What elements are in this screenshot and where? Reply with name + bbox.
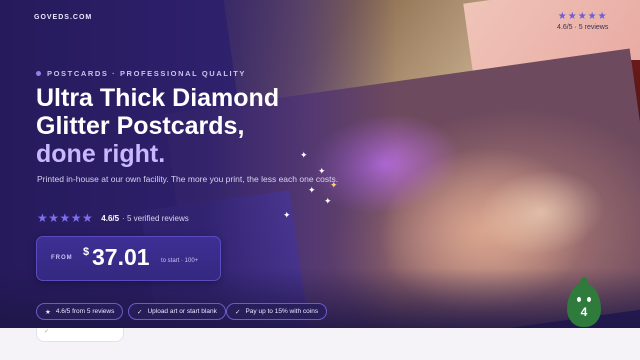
sparkle-icon: ✦ xyxy=(324,196,332,206)
page-title: Ultra Thick Diamond Glitter Postcards, d… xyxy=(36,84,336,168)
trust-pill-label: Pay up to 15% with coins xyxy=(245,308,319,315)
mascot-eye xyxy=(587,297,591,302)
sparkle-icon: ✦ xyxy=(283,210,291,220)
hero-section: ✦ ✦ ✦ ✦ ✦ ✦ GOVEDS.COM ★★★★★ 4.6/5 · 5 r… xyxy=(0,0,640,328)
header-rating: ★★★★★ 4.6/5 · 5 reviews xyxy=(557,11,608,31)
hero-rating[interactable]: ★★★★★ 4.6/5 · 5 verified reviews xyxy=(37,211,189,225)
check-icon: ✓ xyxy=(44,329,50,335)
rating-stars-icon: ★★★★★ xyxy=(37,211,94,225)
trust-pill-label: Upload art or start blank xyxy=(147,308,217,315)
header-rating-text: 4.6/5 · 5 reviews xyxy=(557,24,609,31)
price-from-label: FROM xyxy=(51,255,73,261)
hero-eyebrow: POSTCARDS · PROFESSIONAL QUALITY xyxy=(36,69,246,78)
strip-pill[interactable]: ✓ xyxy=(36,328,124,342)
trust-pill-reviews[interactable]: ★ 4.6/5 from 5 reviews xyxy=(36,303,124,320)
star-icon: ★ xyxy=(45,308,51,316)
hero-eyebrow-text: POSTCARDS · PROFESSIONAL QUALITY xyxy=(47,69,246,78)
content-strip: ✓ xyxy=(0,328,640,360)
rating-score: 4.6/5 xyxy=(101,213,120,223)
trust-pill-coins[interactable]: ✓ Pay up to 15% with coins xyxy=(226,303,328,320)
mascot-eye xyxy=(577,297,581,302)
brand-logo[interactable]: GOVEDS.COM xyxy=(34,14,92,21)
check-icon: ✓ xyxy=(137,308,143,316)
price-note: to start · 100+ xyxy=(161,258,199,264)
price-box[interactable]: FROM $ 37.01 to start · 100+ xyxy=(36,236,221,281)
title-line-2: Glitter Postcards, xyxy=(36,112,245,140)
dot-icon xyxy=(36,71,41,76)
mascot-chat-widget[interactable]: 4 xyxy=(567,277,601,329)
check-icon: ✓ xyxy=(235,308,241,316)
title-line-1: Ultra Thick Diamond xyxy=(36,84,280,112)
title-accent: done right. xyxy=(36,140,166,168)
trust-pill-label: 4.6/5 from 5 reviews xyxy=(55,308,115,315)
rating-stars-icon: ★★★★★ xyxy=(557,11,608,22)
mascot-badge-count: 4 xyxy=(580,305,588,319)
trust-pill-upload[interactable]: ✓ Upload art or start blank xyxy=(128,303,226,320)
rating-verified-count: · 5 verified reviews xyxy=(122,213,189,223)
sparkle-icon: ✦ xyxy=(308,185,316,195)
price-currency: $ xyxy=(83,246,90,258)
price-amount: 37.01 xyxy=(92,244,150,270)
hero-description: Printed in-house at our own facility. Th… xyxy=(37,174,339,184)
